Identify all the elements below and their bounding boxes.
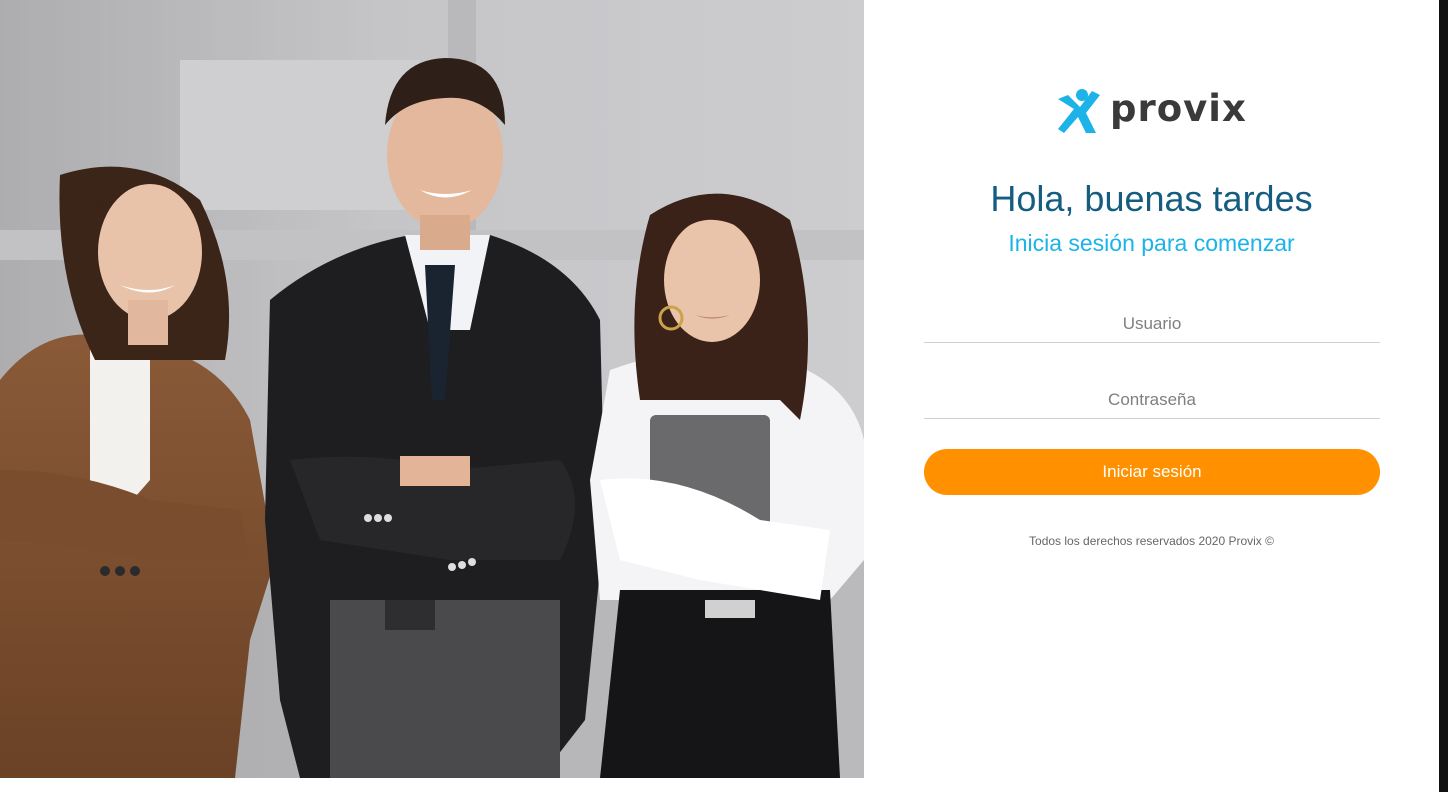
business-team-illustration (0, 0, 864, 778)
copyright-text: Todos los derechos reservados 2020 Provi… (1029, 534, 1274, 548)
brand-name: provix (1110, 86, 1247, 130)
greeting-title: Hola, buenas tardes (990, 178, 1313, 219)
window-edge (1439, 0, 1448, 792)
brand-logo: provix (1056, 86, 1247, 136)
login-button[interactable]: Iniciar sesión (924, 449, 1380, 495)
runner-icon (1058, 89, 1100, 133)
username-input[interactable] (924, 306, 1380, 343)
password-input[interactable] (924, 382, 1380, 419)
login-panel: provix Hola, buenas tardes Inicia sesión… (864, 0, 1439, 792)
login-subtitle: Inicia sesión para comenzar (1008, 230, 1295, 256)
hero-photo (0, 0, 864, 778)
login-page: provix Hola, buenas tardes Inicia sesión… (0, 0, 1448, 792)
